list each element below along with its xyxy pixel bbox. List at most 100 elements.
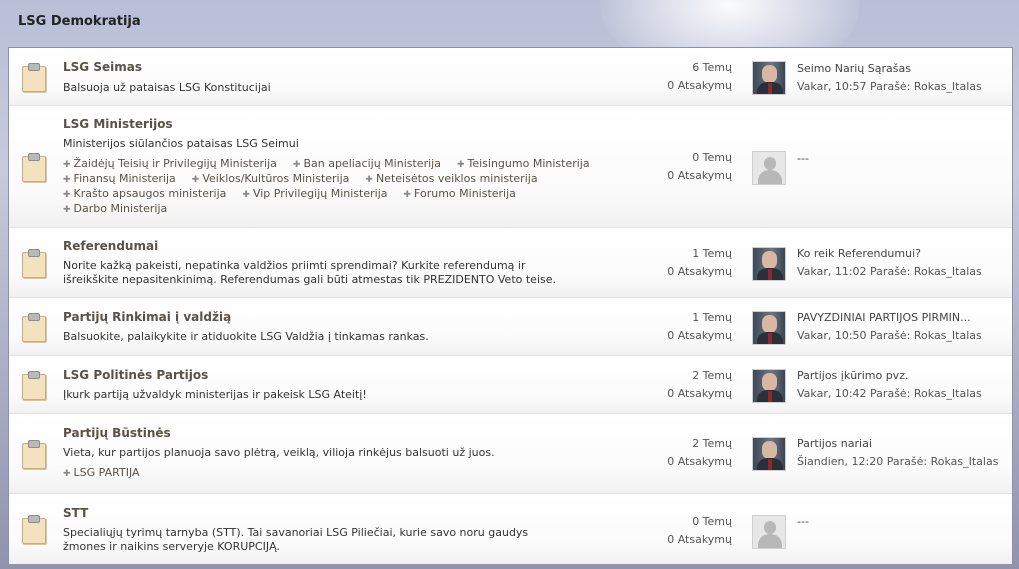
subforum-link[interactable]: ✚ Veiklos/Kultūros Ministerija — [192, 172, 350, 187]
subforum-bullet-icon: ✚ — [63, 190, 71, 200]
avatar-head — [764, 521, 776, 534]
forum-clipboard-icon — [22, 153, 46, 182]
subforum-label: Vip Privilegijų Ministerija — [252, 187, 388, 200]
last-post-meta: Vakar, 10:57 Parašė: Rokas_Italas — [797, 78, 982, 96]
category-title[interactable]: LSG Demokratija — [18, 14, 141, 29]
subforum-list: ✚ LSG PARTIJA — [63, 466, 623, 481]
user-avatar[interactable] — [752, 369, 786, 403]
clipboard-clip — [28, 371, 40, 379]
last-post-author-link[interactable]: Rokas_Italas — [914, 387, 982, 400]
clipboard-clip — [28, 63, 40, 71]
clipboard-clip — [28, 153, 40, 161]
last-post: --- — [797, 150, 809, 168]
avatar-tie — [768, 333, 772, 344]
last-post: Partijos nariai Šiandien, 12:20 Parašė: R… — [797, 435, 998, 471]
forum-clipboard-icon — [22, 440, 46, 469]
avatar-tie — [768, 459, 772, 470]
subforum-bullet-icon: ✚ — [456, 160, 465, 170]
avatar-head — [762, 373, 777, 391]
subforum-bullet-icon: ✚ — [63, 469, 71, 479]
avatar-head — [762, 65, 777, 83]
avatar-tie — [768, 269, 772, 280]
last-post-author-link[interactable]: Rokas_Italas — [931, 455, 999, 468]
subforum-label: Krašto apsaugos ministerija — [73, 187, 227, 200]
forum-title-link[interactable]: Partijų Būstinės — [63, 426, 171, 440]
forum-title-link[interactable]: LSG Politinės Partijos — [63, 368, 208, 382]
last-post-title-link[interactable]: PAVYZDINIAI PARTIJOS PIRMIN... — [797, 309, 982, 327]
last-post-title-link[interactable]: Partijos nariai — [797, 435, 998, 453]
last-post-by-label: Parašė: — [886, 455, 928, 468]
subforum-link[interactable]: ✚ LSG PARTIJA — [63, 466, 140, 481]
forum-stats: 1 Temų 0 Atsakymų — [667, 309, 732, 345]
reply-count: 0 Atsakymų — [667, 455, 732, 468]
user-avatar[interactable] — [752, 247, 786, 281]
subforum-link[interactable]: ✚ Finansų Ministerija — [63, 172, 176, 187]
last-post-title-link[interactable]: Ko reik Referendumui? — [797, 245, 982, 263]
forum-title-link[interactable]: LSG Ministerijos — [63, 117, 173, 131]
subforum-bullet-icon: ✚ — [63, 160, 71, 170]
last-post-meta: Šiandien, 12:20 Parašė: Rokas_Italas — [797, 453, 998, 471]
subforum-link[interactable]: ✚ Ban apeliacijų Ministerija — [293, 157, 441, 172]
forum-title-link[interactable]: STT — [63, 506, 88, 520]
forum-row: STT Specialiųjų tyrimų tarnyba (STT). Tai… — [9, 494, 1012, 564]
subforum-label: Veiklos/Kultūros Ministerija — [202, 172, 350, 185]
last-post: --- — [797, 513, 809, 531]
last-post: Seimo Narių Sąrašas Vakar, 10:57 Parašė: … — [797, 60, 982, 96]
user-avatar[interactable] — [752, 437, 786, 471]
forum-title-link[interactable]: Partijų Rinkimai į valdžią — [63, 310, 231, 324]
subforum-bullet-icon: ✚ — [63, 205, 71, 215]
forum-row: Partijų Būstinės Vieta, kur partijos plan… — [9, 414, 1012, 494]
forum-description: Ministerijos siūlančios pataisas LSG Sei… — [63, 137, 299, 150]
topic-count: 2 Temų — [692, 437, 732, 450]
topic-count: 1 Temų — [692, 311, 732, 324]
user-avatar[interactable] — [752, 61, 786, 95]
topic-count: 0 Temų — [692, 151, 732, 164]
user-avatar[interactable] — [752, 311, 786, 345]
subforum-link[interactable]: ✚ Žaidėjų Teisių ir Privilegijų Ministeri… — [63, 157, 277, 172]
clipboard-clip — [28, 515, 40, 523]
last-post-by-label: Parašė: — [870, 329, 911, 342]
subforum-link[interactable]: ✚ Vip Privilegijų Ministerija — [242, 187, 387, 202]
subforum-label: Ban apeliacijų Ministerija — [303, 157, 441, 170]
last-post-author-link[interactable]: Rokas_Italas — [914, 265, 982, 278]
last-post-title-link: --- — [797, 152, 809, 165]
subforum-link[interactable]: ✚ Neteisėtos veiklos ministerija — [365, 172, 537, 187]
forum-clipboard-icon — [22, 313, 46, 342]
reply-count: 0 Atsakymų — [667, 533, 732, 546]
subforum-label: Žaidėjų Teisių ir Privilegijų Ministerij… — [73, 157, 277, 170]
forum-title-link[interactable]: LSG Seimas — [63, 60, 142, 74]
subforum-link[interactable]: ✚ Krašto apsaugos ministerija — [63, 187, 226, 202]
forum-description: Specialiųjų tyrimų tarnyba (STT). Tai sa… — [63, 526, 529, 553]
reply-count: 0 Atsakymų — [667, 79, 732, 92]
last-post-title-link: --- — [797, 515, 809, 528]
forum-row: Referendumai Norite kažką pakeisti, nepat… — [9, 228, 1012, 298]
reply-count: 0 Atsakymų — [667, 329, 732, 342]
subforum-line: ✚ Žaidėjų Teisių ir Privilegijų Ministeri… — [63, 157, 623, 172]
forum-row: LSG Ministerijos Ministerijos siūlančios … — [9, 106, 1012, 228]
default-avatar-icon[interactable] — [752, 151, 786, 185]
last-post-author-link[interactable]: Rokas_Italas — [914, 329, 982, 342]
last-post-by-label: Parašė: — [870, 387, 911, 400]
reply-count: 0 Atsakymų — [667, 169, 732, 182]
forum-title-link[interactable]: Referendumai — [63, 239, 158, 253]
last-post-title-link[interactable]: Partijos įkūrimo pvz. — [797, 367, 982, 385]
last-post-author-link[interactable]: Rokas_Italas — [914, 80, 982, 93]
last-post-title-link[interactable]: Seimo Narių Sąrašas — [797, 60, 982, 78]
subforum-line: ✚ Darbo Ministerija — [63, 202, 623, 217]
forum-stats: 0 Temų 0 Atsakymų — [667, 513, 732, 549]
topic-count: 6 Temų — [692, 61, 732, 74]
avatar-head — [762, 251, 777, 269]
last-post: Partijos įkūrimo pvz. Vakar, 10:42 Parašė… — [797, 367, 982, 403]
subforum-label: Darbo Ministerija — [73, 202, 168, 215]
forum-clipboard-icon — [22, 249, 46, 278]
subforum-bullet-icon: ✚ — [242, 190, 250, 200]
clipboard-clip — [28, 440, 40, 448]
subforum-label: Neteisėtos veiklos ministerija — [375, 172, 538, 185]
subforum-link[interactable]: ✚ Teisingumo Ministerija — [457, 157, 590, 172]
last-post-time: Vakar, 10:57 — [797, 80, 867, 93]
default-avatar-icon[interactable] — [752, 515, 786, 549]
subforum-bullet-icon: ✚ — [292, 160, 301, 170]
subforum-link[interactable]: ✚ Forumo Ministerija — [404, 187, 516, 202]
subforum-link[interactable]: ✚ Darbo Ministerija — [63, 202, 167, 217]
subforum-bullet-icon: ✚ — [191, 175, 200, 185]
